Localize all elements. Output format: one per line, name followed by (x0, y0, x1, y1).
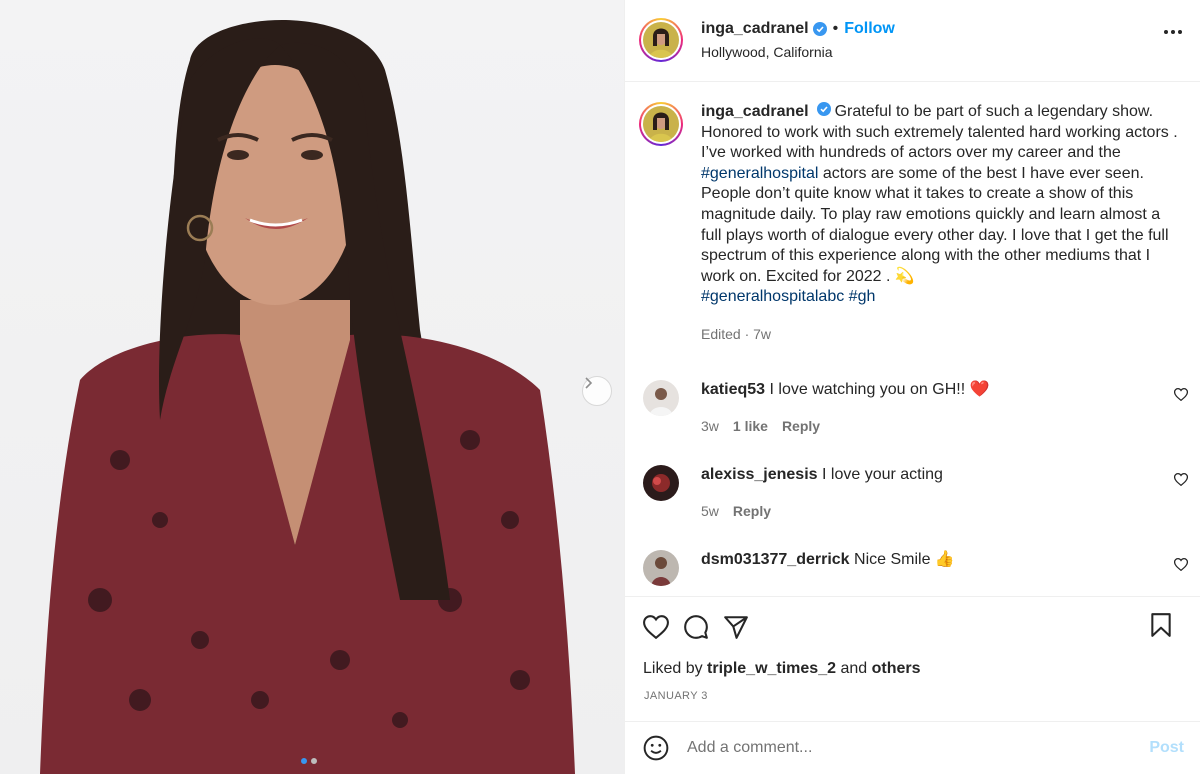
liked-user-link[interactable]: triple_w_times_2 (707, 660, 836, 677)
comment-text: I love watching you on GH!! ❤️ (769, 381, 990, 398)
caption-username[interactable]: inga_cadranel (701, 103, 809, 120)
comment-item: alexiss_jenesis I love your acting 5w Re… (643, 465, 1189, 519)
liked-by-summary: Liked by triple_w_times_2 and others (643, 660, 921, 678)
comment-text: Nice Smile 👍 (854, 551, 955, 568)
post-location[interactable]: Hollywood, California (701, 44, 895, 60)
comment-username[interactable]: dsm031377_derrick (701, 551, 850, 568)
comment-heart-icon[interactable] (1173, 473, 1189, 491)
author-avatar[interactable] (639, 18, 683, 62)
post-header: inga_cadranel • Follow Hollywood, Califo… (639, 16, 1184, 64)
caption-author-avatar[interactable] (639, 102, 683, 146)
liked-prefix: Liked by (643, 660, 708, 677)
caption-part-2: actors are some of the best I have ever … (701, 164, 1169, 285)
more-options-icon[interactable] (1164, 30, 1182, 34)
portrait-image (40, 20, 575, 774)
carousel-indicator (301, 758, 317, 764)
caption-text: inga_cadranel Grateful to be part of such… (701, 102, 1179, 308)
commenter-avatar[interactable] (643, 550, 679, 586)
comment-item: katieq53 I love watching you on GH!! ❤️ … (643, 380, 1189, 434)
comment-input[interactable] (687, 739, 1150, 757)
comment-username[interactable]: alexiss_jenesis (701, 466, 818, 483)
liked-and: and (836, 660, 872, 677)
header-separator: • (832, 20, 839, 37)
author-username[interactable]: inga_cadranel (701, 20, 809, 38)
comment-heart-icon[interactable] (1173, 388, 1189, 406)
share-icon[interactable] (723, 615, 749, 639)
hashtag-link[interactable]: #gh (849, 288, 876, 305)
follow-button[interactable]: Follow (844, 20, 895, 38)
verified-badge-icon (816, 102, 831, 116)
header-divider (625, 81, 1200, 82)
verified-badge-icon (812, 22, 827, 36)
hashtag-link[interactable]: #generalhospital (701, 165, 818, 182)
heart-icon[interactable] (643, 615, 669, 639)
hashtag-link[interactable]: #generalhospitalabc (701, 288, 844, 305)
comment-item: dsm031377_derrick Nice Smile 👍 (643, 550, 1189, 586)
caption-meta: Edited · 7w (701, 325, 772, 342)
post-comment-button[interactable]: Post (1149, 739, 1184, 757)
carousel-dot-1 (301, 758, 307, 764)
comment-username[interactable]: katieq53 (701, 381, 765, 398)
reply-button[interactable]: Reply (733, 503, 771, 519)
comment-age[interactable]: 3w (701, 418, 719, 434)
post-photo (0, 0, 624, 774)
post-date[interactable]: JANUARY 3 (644, 690, 708, 702)
comment-likes[interactable]: 1 like (733, 418, 768, 434)
next-photo-button[interactable] (582, 376, 612, 406)
commenter-avatar[interactable] (643, 380, 679, 416)
comment-icon[interactable] (683, 614, 709, 640)
comment-age[interactable]: 5w (701, 503, 719, 519)
emoji-icon[interactable] (643, 735, 669, 761)
carousel-dot-2 (311, 758, 317, 764)
liked-others-link[interactable]: others (872, 660, 921, 677)
post-caption: inga_cadranel Grateful to be part of such… (639, 102, 1184, 342)
comment-heart-icon[interactable] (1173, 558, 1189, 576)
commenter-avatar[interactable] (643, 465, 679, 501)
actions-divider (625, 596, 1200, 597)
post-actions (643, 612, 1186, 642)
comment-text: I love your acting (822, 466, 943, 483)
comment-composer: Post (625, 722, 1200, 774)
bookmark-icon[interactable] (1150, 612, 1172, 638)
reply-button[interactable]: Reply (782, 418, 820, 434)
post-details-panel: inga_cadranel • Follow Hollywood, Califo… (624, 0, 1200, 774)
